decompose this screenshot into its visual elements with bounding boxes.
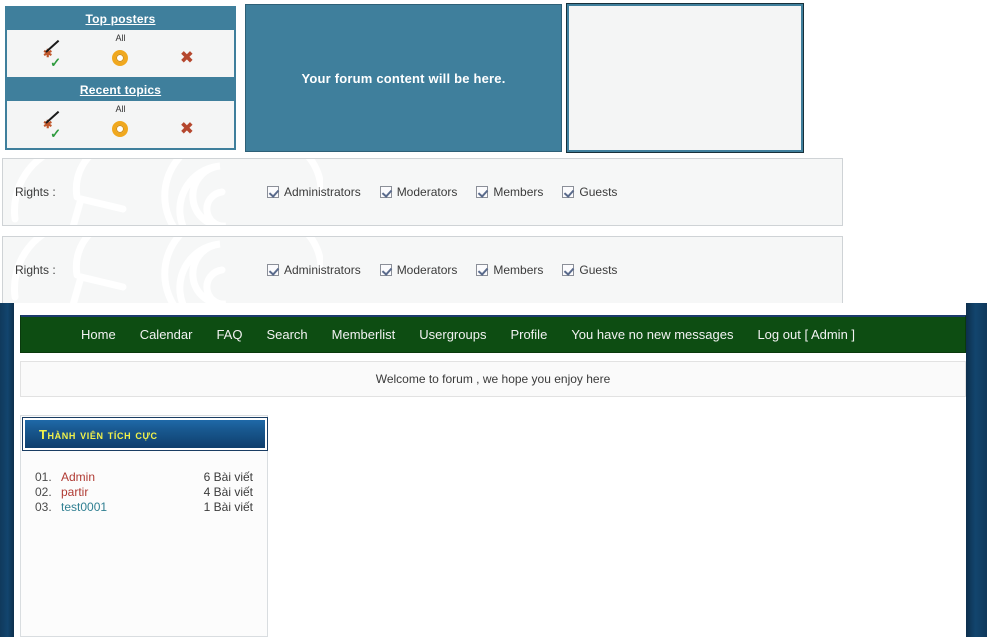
widget-icon-row: ✱ ✓ ✖ xyxy=(7,110,234,144)
delete-x-icon-glyph: ✖ xyxy=(179,48,194,68)
checkbox-members[interactable] xyxy=(476,186,489,198)
nav-link-profile[interactable]: Profile xyxy=(498,327,559,342)
widget-title: Recent topics xyxy=(79,83,162,97)
rights-option-members[interactable]: Members xyxy=(476,185,543,199)
forum-left-border-band xyxy=(0,303,14,637)
widget-scope-label: All xyxy=(115,104,126,114)
rights-option-administrators[interactable]: Administrators xyxy=(267,185,361,199)
widget-title: Top posters xyxy=(85,12,156,26)
edit-check-icon[interactable]: ✱ ✓ xyxy=(43,110,65,141)
nav-link-usergroups[interactable]: Usergroups xyxy=(407,327,498,342)
forum-right-gap xyxy=(960,303,966,637)
checkbox-guests[interactable] xyxy=(562,186,575,198)
list-item: 01. Admin 6 Bài viết xyxy=(35,470,269,485)
rights-checkbox-group: Administrators Moderators Members Guests xyxy=(267,263,617,277)
widget-body: All ✱ ✓ ✖ xyxy=(7,30,234,77)
rights-label: Rights : xyxy=(15,263,56,277)
checkbox-label: Guests xyxy=(579,185,618,199)
nav-link-search[interactable]: Search xyxy=(254,327,319,342)
delete-x-icon[interactable]: ✖ xyxy=(176,48,198,68)
member-name[interactable]: test0001 xyxy=(61,500,193,515)
rights-row-1: Rights : Administrators Moderators Membe… xyxy=(2,158,843,226)
rights-option-guests[interactable]: Guests xyxy=(562,185,617,199)
checkbox-label: Administrators xyxy=(284,185,361,199)
nav-link-logout[interactable]: Log out [ Admin ] xyxy=(745,327,867,342)
member-post-count: 4 Bài viết xyxy=(203,485,253,499)
checkbox-moderators[interactable] xyxy=(379,186,392,198)
nav-link-calendar[interactable]: Calendar xyxy=(128,327,205,342)
member-name[interactable]: partir xyxy=(61,485,193,500)
gear-icon[interactable] xyxy=(109,119,131,139)
active-members-title: Thành viên tích cực xyxy=(39,426,158,442)
member-rank: 03. xyxy=(35,500,52,514)
forum-section: Home Calendar FAQ Search Memberlist User… xyxy=(0,303,987,637)
gear-icon-ring xyxy=(112,50,129,66)
widget-top-posters: Top posters All ✱ ✓ ✖ xyxy=(7,8,234,77)
nav-link-faq[interactable]: FAQ xyxy=(204,327,254,342)
rights-option-administrators[interactable]: Administrators xyxy=(267,263,361,277)
rights-option-moderators[interactable]: Moderators xyxy=(379,263,458,277)
checkbox-administrators[interactable] xyxy=(267,264,279,276)
active-members-list: 01. Admin 6 Bài viết 02. partir 4 Bài vi… xyxy=(21,462,269,515)
widget-icon-row: ✱ ✓ ✖ xyxy=(7,39,234,73)
forum-nav-items: Home Calendar FAQ Search Memberlist User… xyxy=(21,327,867,342)
active-members-box: Thành viên tích cực 01. Admin 6 Bài viết… xyxy=(20,415,268,637)
edit-check-icon-tick: ✓ xyxy=(50,55,62,70)
checkbox-administrators[interactable] xyxy=(267,186,279,198)
widget-body: All ✱ ✓ ✖ xyxy=(7,101,234,148)
list-item: 03. test0001 1 Bài viết xyxy=(35,500,269,515)
forum-body: Home Calendar FAQ Search Memberlist User… xyxy=(20,303,966,637)
member-rank: 01. xyxy=(35,470,52,484)
nav-link-home[interactable]: Home xyxy=(69,327,128,342)
rights-option-guests[interactable]: Guests xyxy=(562,263,617,277)
checkbox-moderators[interactable] xyxy=(379,264,392,276)
page-root: Top posters All ✱ ✓ ✖ Recent topics All … xyxy=(0,0,987,637)
nav-link-memberlist[interactable]: Memberlist xyxy=(320,327,408,342)
gear-icon-ring xyxy=(112,121,129,137)
nav-link-messages[interactable]: You have no new messages xyxy=(559,327,745,342)
top-panels-strip: Top posters All ✱ ✓ ✖ Recent topics All … xyxy=(0,0,987,155)
member-post-count: 6 Bài viết xyxy=(203,470,253,484)
forum-right-border-band xyxy=(966,303,987,637)
member-post-count: 1 Bài viết xyxy=(203,500,253,514)
edit-check-icon[interactable]: ✱ ✓ xyxy=(43,39,65,70)
checkbox-label: Members xyxy=(493,263,544,277)
active-members-header: Thành viên tích cực xyxy=(22,417,268,451)
member-name[interactable]: Admin xyxy=(61,470,193,485)
checkbox-guests[interactable] xyxy=(562,264,575,276)
widget-scope-label: All xyxy=(115,33,126,43)
rights-label: Rights : xyxy=(15,185,56,199)
widget-header[interactable]: Top posters xyxy=(7,8,234,30)
checkbox-label: Members xyxy=(493,185,544,199)
rights-row-content: Rights : Administrators Moderators Membe… xyxy=(3,159,842,225)
gear-icon[interactable] xyxy=(109,48,131,68)
rights-row-2: Rights : Administrators Moderators Membe… xyxy=(2,236,843,304)
welcome-bar: Welcome to forum , we hope you enjoy her… xyxy=(20,361,966,397)
delete-x-icon-glyph: ✖ xyxy=(179,119,194,139)
widget-recent-topics: Recent topics All ✱ ✓ ✖ xyxy=(7,79,234,148)
edit-check-icon-tick: ✓ xyxy=(50,126,62,141)
rights-option-members[interactable]: Members xyxy=(476,263,543,277)
widget-column: Top posters All ✱ ✓ ✖ Recent topics All … xyxy=(5,6,236,150)
widget-header[interactable]: Recent topics xyxy=(7,79,234,101)
checkbox-label: Guests xyxy=(579,263,618,277)
checkbox-label: Administrators xyxy=(284,263,361,277)
rights-checkbox-group: Administrators Moderators Members Guests xyxy=(267,185,617,199)
forum-navbar: Home Calendar FAQ Search Memberlist User… xyxy=(20,315,966,353)
checkbox-members[interactable] xyxy=(476,264,489,276)
empty-side-panel[interactable] xyxy=(566,3,804,153)
delete-x-icon[interactable]: ✖ xyxy=(176,119,198,139)
forum-content-preview-panel[interactable]: Your forum content will be here. xyxy=(245,4,562,152)
rights-option-moderators[interactable]: Moderators xyxy=(379,185,458,199)
forum-preview-text: Your forum content will be here. xyxy=(301,70,506,86)
list-item: 02. partir 4 Bài viết xyxy=(35,485,269,500)
rights-row-content: Rights : Administrators Moderators Membe… xyxy=(3,237,842,303)
checkbox-label: Moderators xyxy=(396,263,458,277)
welcome-message: Welcome to forum , we hope you enjoy her… xyxy=(375,372,611,386)
checkbox-label: Moderators xyxy=(396,185,458,199)
member-rank: 02. xyxy=(35,485,52,499)
